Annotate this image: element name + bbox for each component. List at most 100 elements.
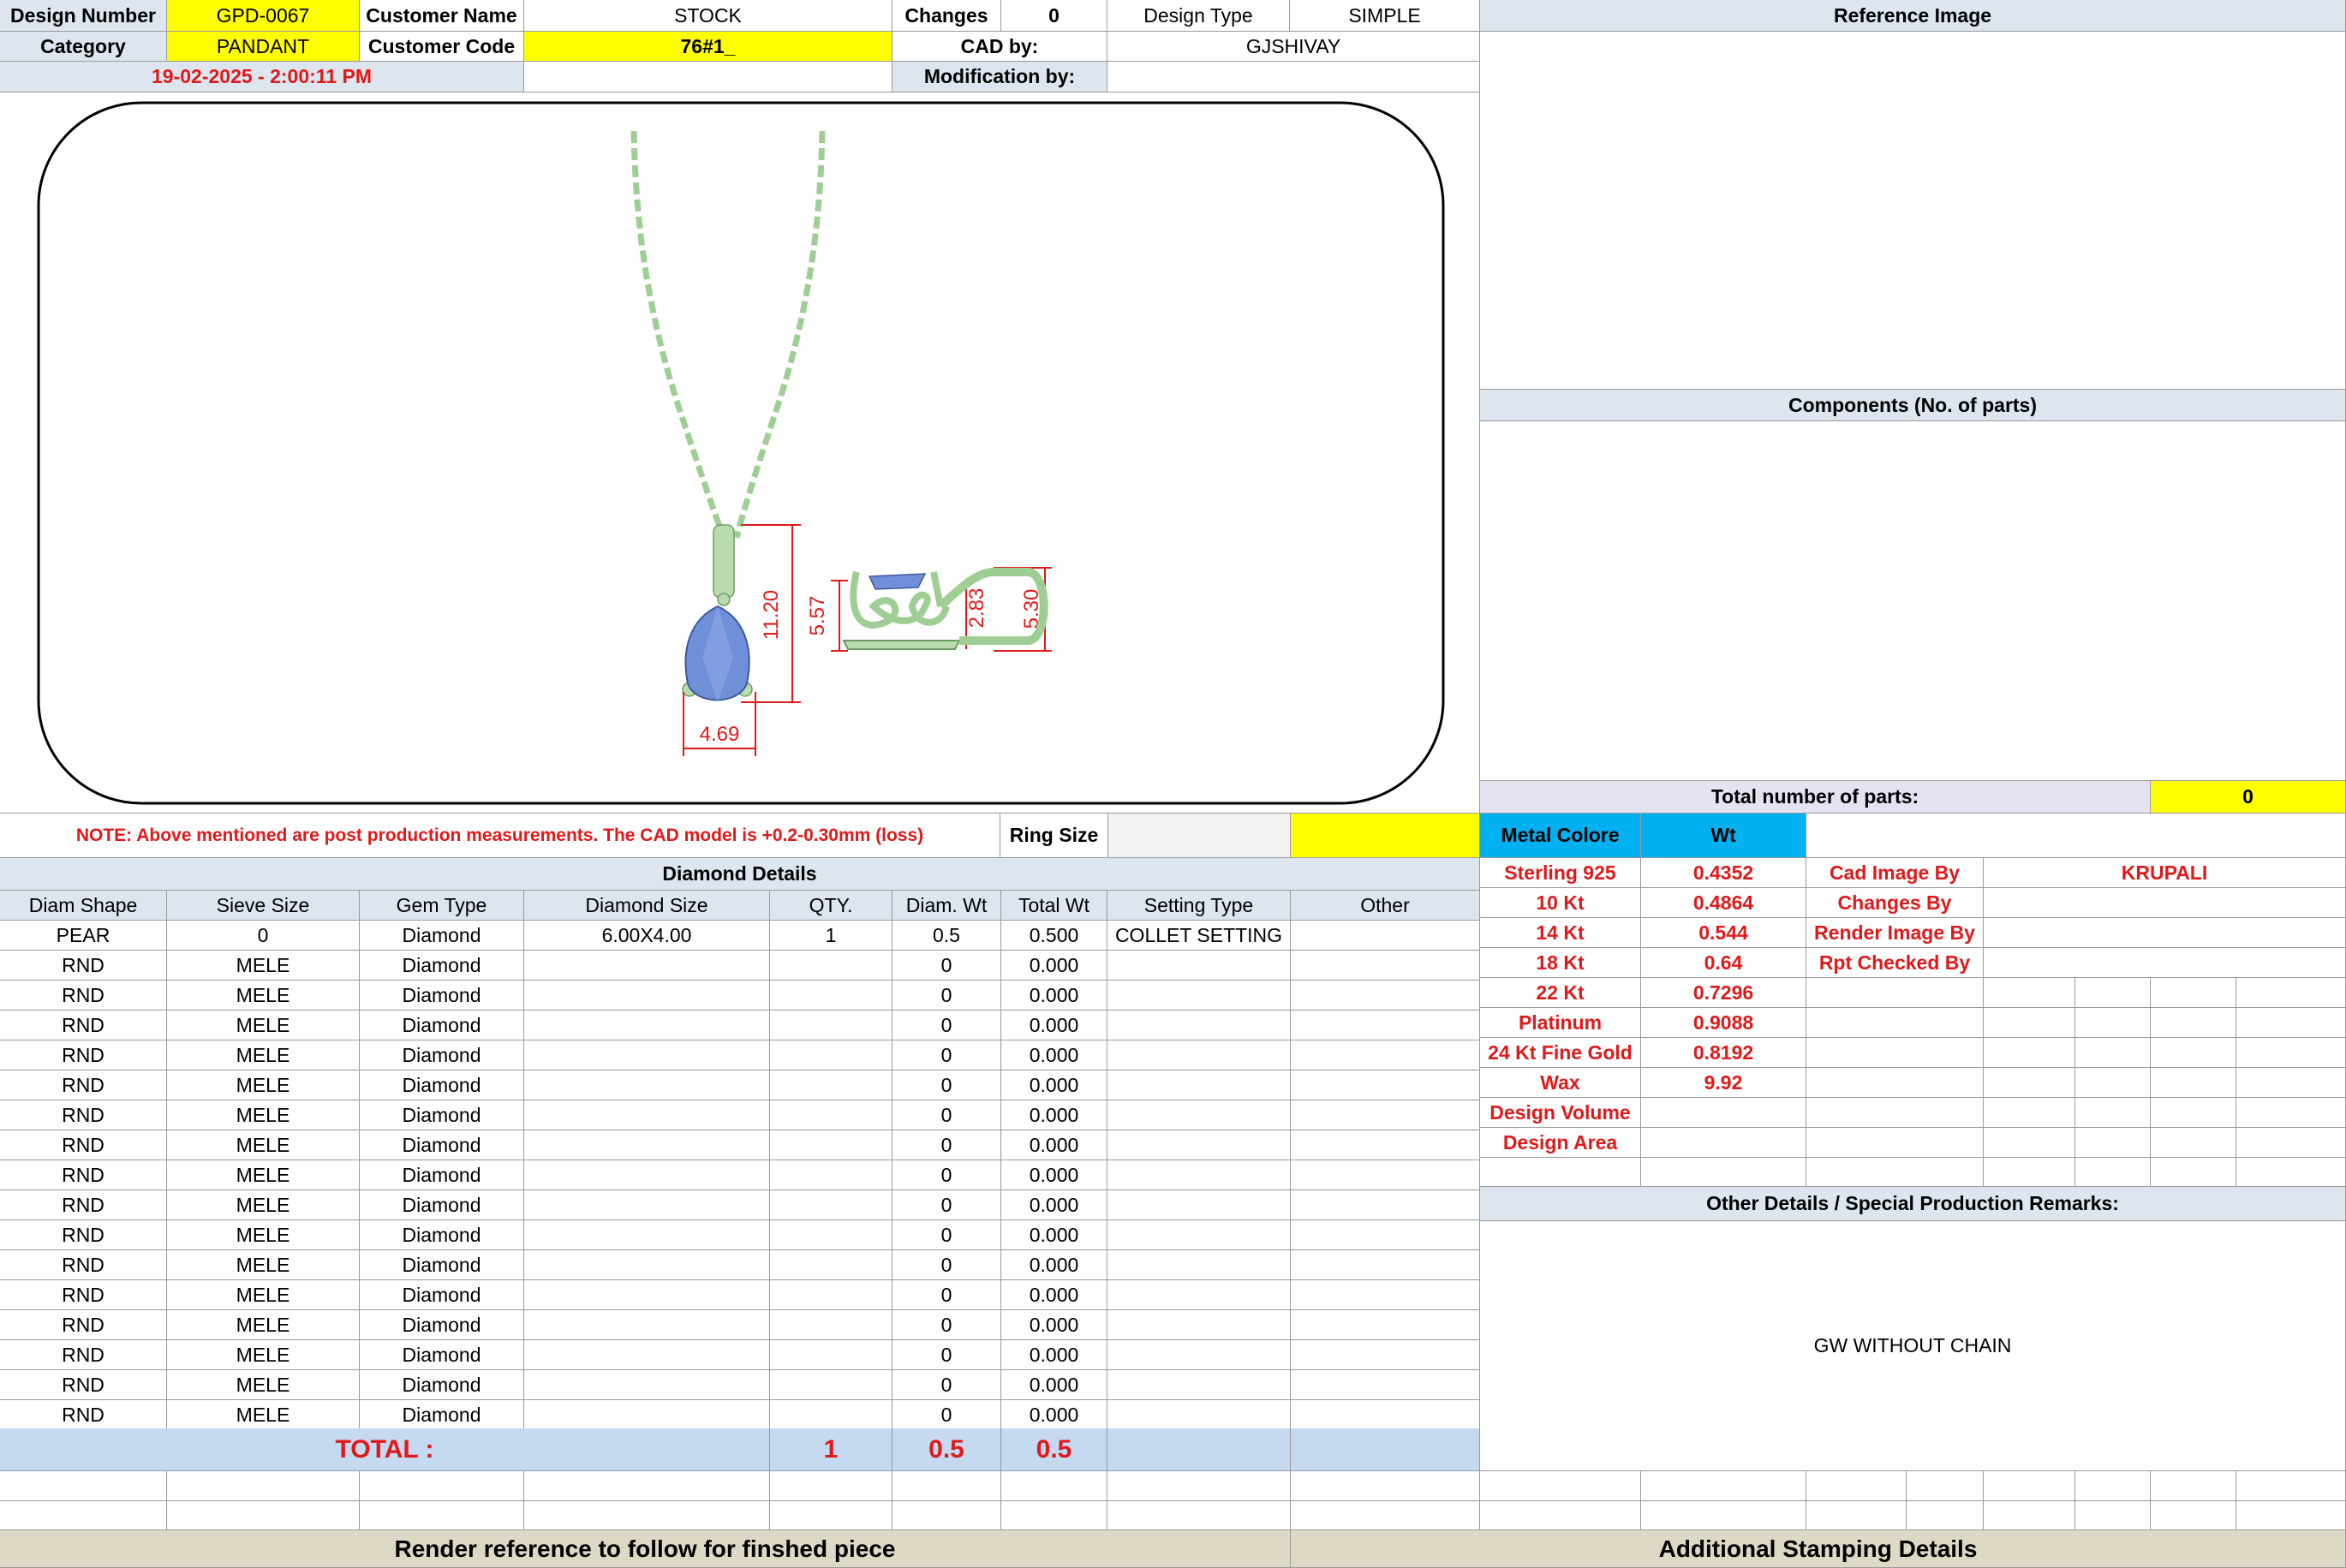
diamond-cell-sieve-size[interactable]: MELE	[167, 1040, 360, 1070]
diamond-cell-diam-wt[interactable]: 0	[892, 1250, 1001, 1280]
diamond-cell-total-wt[interactable]: 0.000	[1001, 1070, 1107, 1100]
diamond-cell-diamond-size[interactable]	[524, 1280, 770, 1310]
modification-by-value[interactable]	[1107, 62, 1480, 92]
diamond-cell-qty[interactable]	[770, 1370, 892, 1400]
customer-code-value[interactable]: 76#1_	[524, 32, 892, 62]
diamond-cell-total-wt[interactable]: 0.000	[1001, 1280, 1107, 1310]
metal-meta-value[interactable]	[1984, 888, 2346, 918]
diamond-cell-diam-shape[interactable]: RND	[0, 951, 167, 981]
diamond-cell-gem-type[interactable]: Diamond	[360, 1011, 524, 1040]
diamond-cell-diam-shape[interactable]: RND	[0, 1280, 167, 1310]
diamond-cell-setting-type[interactable]	[1107, 1040, 1291, 1070]
diamond-cell-qty[interactable]	[770, 1070, 892, 1100]
diamond-cell-diam-wt[interactable]: 0	[892, 1160, 1001, 1190]
diamond-cell-diam-wt[interactable]: 0	[892, 1130, 1001, 1160]
diamond-cell-diamond-size[interactable]: 6.00X4.00	[524, 921, 770, 951]
diamond-cell-qty[interactable]	[770, 1250, 892, 1280]
diamond-cell-other[interactable]	[1291, 1100, 1480, 1130]
diamond-cell-diam-wt[interactable]: 0	[892, 1400, 1001, 1430]
diamond-cell-diam-shape[interactable]: RND	[0, 1310, 167, 1340]
diamond-cell-diam-shape[interactable]: RND	[0, 1070, 167, 1100]
diamond-cell-setting-type[interactable]	[1107, 1310, 1291, 1340]
diamond-cell-sieve-size[interactable]: MELE	[167, 951, 360, 981]
diamond-cell-gem-type[interactable]: Diamond	[360, 1160, 524, 1190]
diamond-cell-diamond-size[interactable]	[524, 1310, 770, 1340]
diamond-cell-qty[interactable]	[770, 1100, 892, 1130]
diamond-cell-other[interactable]	[1291, 1400, 1480, 1430]
customer-name-value[interactable]: STOCK	[524, 0, 892, 32]
diamond-cell-diam-shape[interactable]: RND	[0, 1400, 167, 1430]
diamond-cell-setting-type[interactable]	[1107, 1100, 1291, 1130]
diamond-cell-setting-type[interactable]	[1107, 1280, 1291, 1310]
diamond-cell-diam-wt[interactable]: 0	[892, 1070, 1001, 1100]
diamond-cell-sieve-size[interactable]: MELE	[167, 1340, 360, 1370]
diamond-cell-other[interactable]	[1291, 1011, 1480, 1040]
diamond-cell-gem-type[interactable]: Diamond	[360, 1220, 524, 1250]
diamond-cell-diamond-size[interactable]	[524, 1370, 770, 1400]
diamond-cell-sieve-size[interactable]: MELE	[167, 1280, 360, 1310]
diamond-cell-setting-type[interactable]	[1107, 1220, 1291, 1250]
diamond-cell-gem-type[interactable]: Diamond	[360, 951, 524, 981]
diamond-cell-sieve-size[interactable]: MELE	[167, 1310, 360, 1340]
diamond-cell-gem-type[interactable]: Diamond	[360, 1280, 524, 1310]
diamond-cell-gem-type[interactable]: Diamond	[360, 1250, 524, 1280]
diamond-cell-gem-type[interactable]: Diamond	[360, 981, 524, 1011]
diamond-cell-diamond-size[interactable]	[524, 1040, 770, 1070]
diamond-cell-sieve-size[interactable]: MELE	[167, 981, 360, 1011]
diamond-cell-diamond-size[interactable]	[524, 1250, 770, 1280]
diamond-cell-diamond-size[interactable]	[524, 1400, 770, 1430]
diamond-cell-sieve-size[interactable]: MELE	[167, 1100, 360, 1130]
diamond-cell-diam-shape[interactable]: RND	[0, 1250, 167, 1280]
diamond-cell-setting-type[interactable]	[1107, 1190, 1291, 1220]
diamond-cell-sieve-size[interactable]: MELE	[167, 1011, 360, 1040]
cad-by-value[interactable]: GJSHIVAY	[1107, 32, 1480, 62]
diamond-cell-setting-type[interactable]: COLLET SETTING	[1107, 921, 1291, 951]
diamond-cell-setting-type[interactable]	[1107, 1340, 1291, 1370]
diamond-cell-sieve-size[interactable]: MELE	[167, 1070, 360, 1100]
diamond-cell-diam-shape[interactable]: RND	[0, 1220, 167, 1250]
diamond-cell-other[interactable]	[1291, 1250, 1480, 1280]
diamond-cell-diam-wt[interactable]: 0	[892, 951, 1001, 981]
diamond-cell-qty[interactable]	[770, 1040, 892, 1070]
diamond-cell-other[interactable]	[1291, 1130, 1480, 1160]
diamond-cell-total-wt[interactable]: 0.000	[1001, 1160, 1107, 1190]
diamond-cell-sieve-size[interactable]: MELE	[167, 1370, 360, 1400]
diamond-cell-qty[interactable]	[770, 1220, 892, 1250]
metal-meta-value[interactable]: KRUPALI	[1984, 858, 2346, 888]
diamond-cell-diamond-size[interactable]	[524, 1070, 770, 1100]
diamond-cell-gem-type[interactable]: Diamond	[360, 1130, 524, 1160]
diamond-cell-diam-shape[interactable]: PEAR	[0, 921, 167, 951]
diamond-cell-diamond-size[interactable]	[524, 1190, 770, 1220]
diamond-cell-other[interactable]	[1291, 1070, 1480, 1100]
diamond-cell-gem-type[interactable]: Diamond	[360, 1100, 524, 1130]
diamond-cell-sieve-size[interactable]: MELE	[167, 1400, 360, 1430]
diamond-cell-diam-wt[interactable]: 0	[892, 1100, 1001, 1130]
diamond-cell-sieve-size[interactable]: MELE	[167, 1220, 360, 1250]
diamond-cell-total-wt[interactable]: 0.000	[1001, 1040, 1107, 1070]
diamond-cell-sieve-size[interactable]: MELE	[167, 1130, 360, 1160]
diamond-cell-qty[interactable]	[770, 1190, 892, 1220]
diamond-cell-diam-shape[interactable]: RND	[0, 1190, 167, 1220]
diamond-cell-other[interactable]	[1291, 951, 1480, 981]
diamond-cell-qty[interactable]	[770, 1011, 892, 1040]
diamond-cell-total-wt[interactable]: 0.000	[1001, 1100, 1107, 1130]
diamond-cell-total-wt[interactable]: 0.000	[1001, 1250, 1107, 1280]
diamond-cell-diamond-size[interactable]	[524, 951, 770, 981]
diamond-cell-other[interactable]	[1291, 1220, 1480, 1250]
design-type-value[interactable]: SIMPLE	[1290, 0, 1480, 32]
diamond-cell-gem-type[interactable]: Diamond	[360, 1310, 524, 1340]
metal-meta-value[interactable]	[1984, 948, 2346, 978]
other-details-text[interactable]: GW WITHOUT CHAIN	[1480, 1221, 2346, 1471]
diamond-cell-qty[interactable]	[770, 1130, 892, 1160]
diamond-cell-setting-type[interactable]	[1107, 1070, 1291, 1100]
diamond-cell-sieve-size[interactable]: 0	[167, 921, 360, 951]
diamond-cell-qty[interactable]	[770, 1310, 892, 1340]
diamond-cell-gem-type[interactable]: Diamond	[360, 1040, 524, 1070]
diamond-cell-diam-shape[interactable]: RND	[0, 1011, 167, 1040]
diamond-cell-diamond-size[interactable]	[524, 1220, 770, 1250]
diamond-cell-qty[interactable]: 1	[770, 921, 892, 951]
diamond-cell-total-wt[interactable]: 0.500	[1001, 921, 1107, 951]
diamond-cell-other[interactable]	[1291, 1370, 1480, 1400]
diamond-cell-diam-wt[interactable]: 0.5	[892, 921, 1001, 951]
diamond-cell-gem-type[interactable]: Diamond	[360, 1190, 524, 1220]
